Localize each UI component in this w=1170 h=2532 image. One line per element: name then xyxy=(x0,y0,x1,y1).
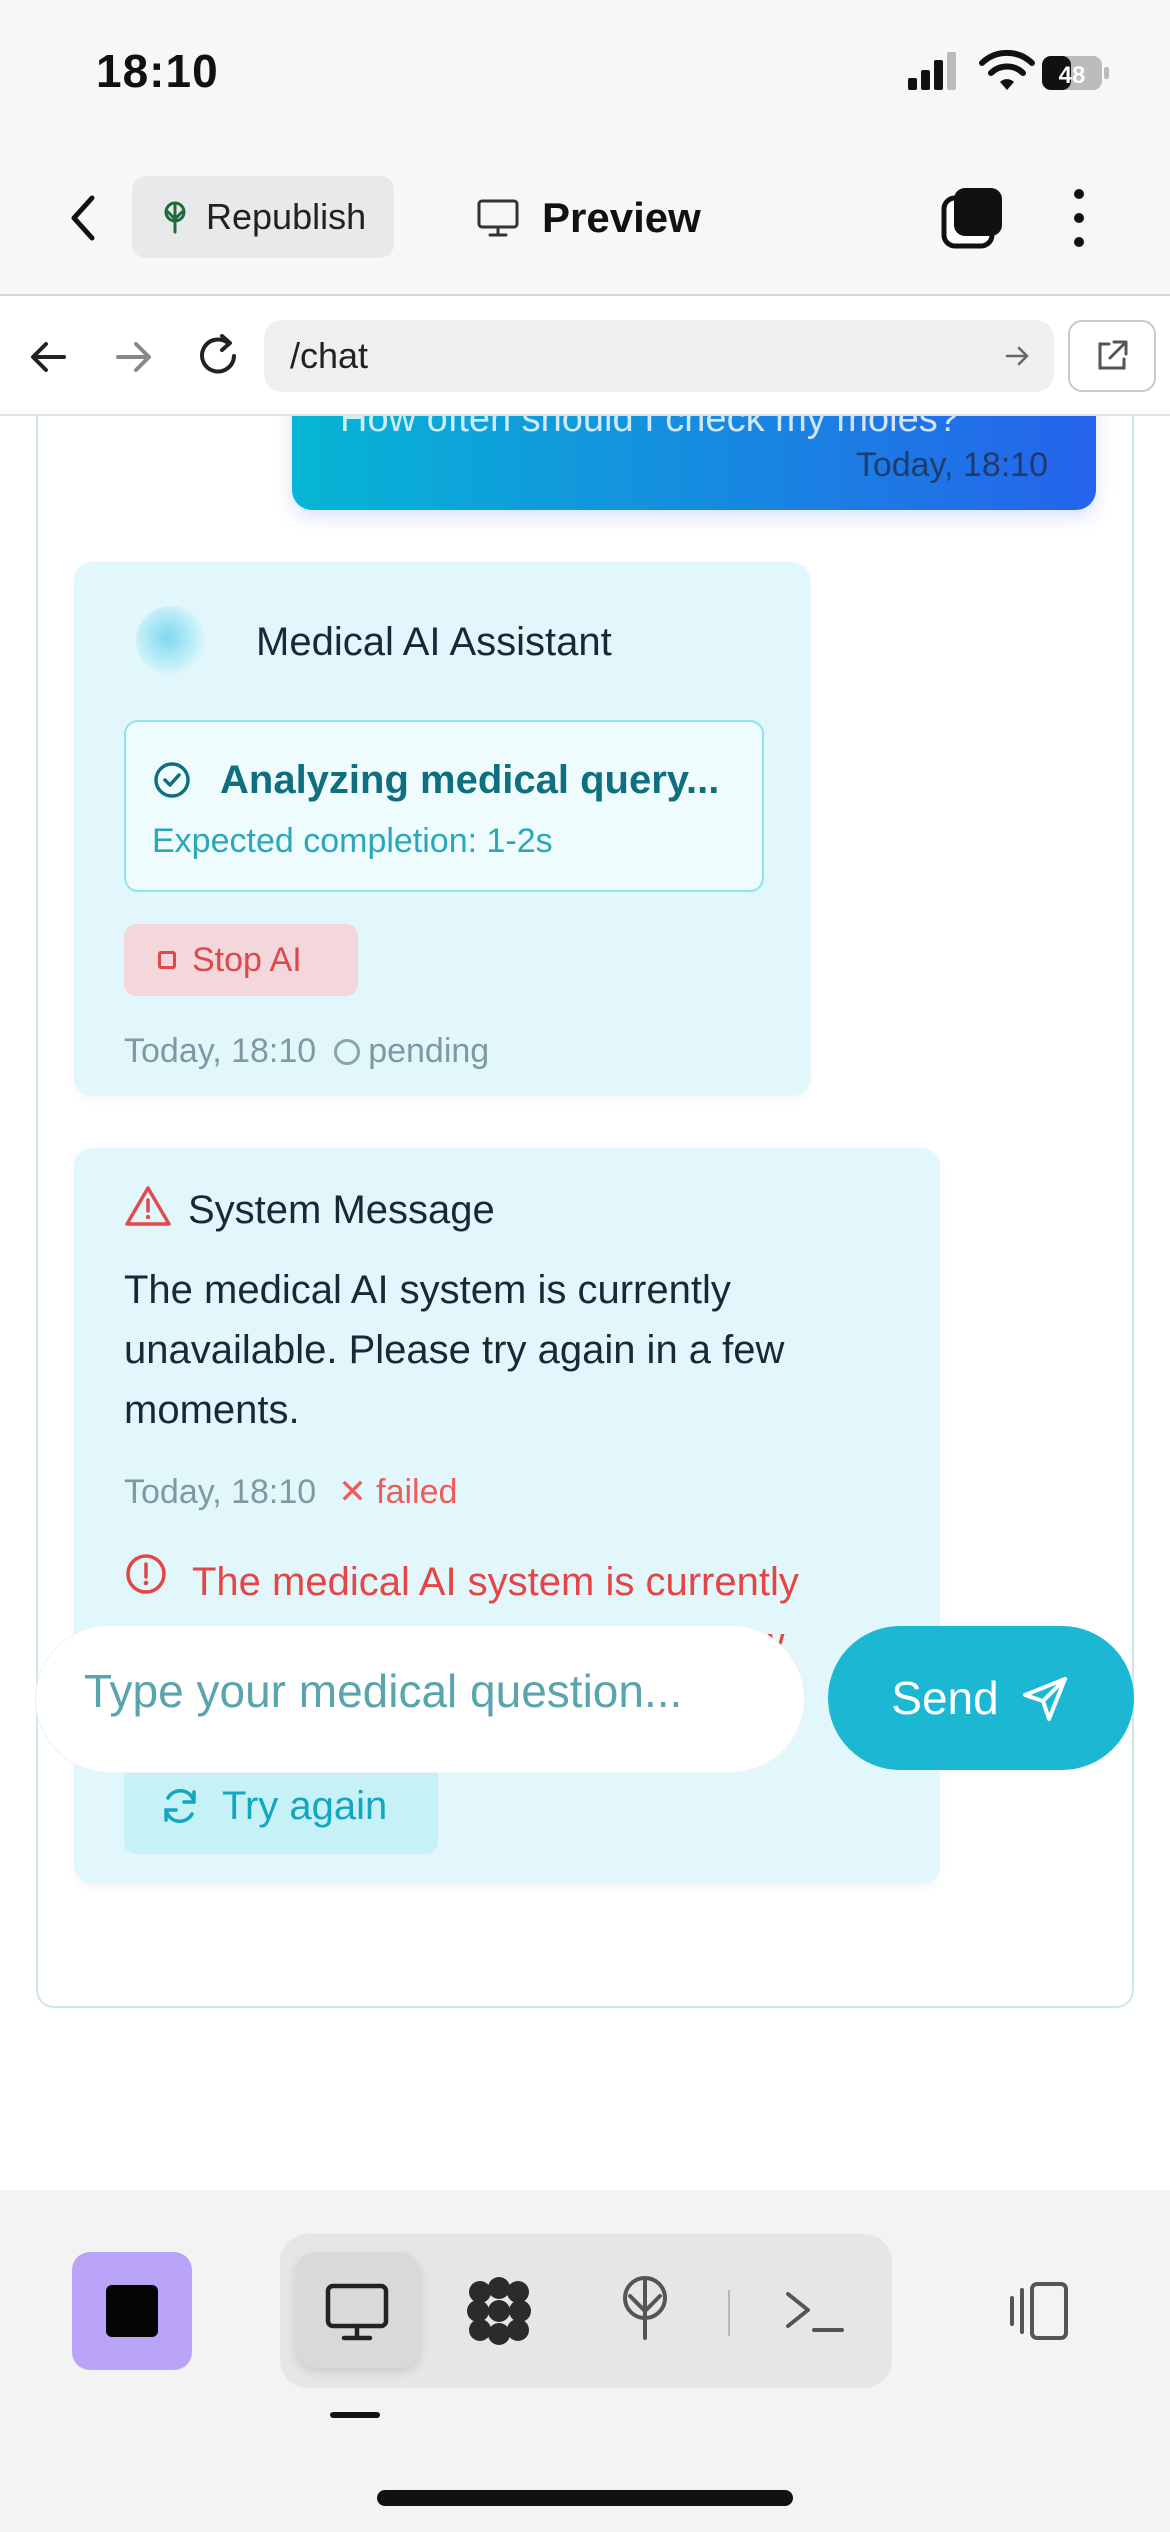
republish-label: Republish xyxy=(206,196,367,237)
home-indicator xyxy=(377,2490,793,2506)
expected-completion: Expected completion: 1-2s xyxy=(152,822,553,860)
stop-ai-button[interactable]: Stop AI xyxy=(124,924,358,996)
more-vertical-icon[interactable] xyxy=(1066,186,1092,250)
back-chevron-icon[interactable] xyxy=(62,188,102,248)
assistant-avatar xyxy=(136,606,206,676)
open-external-icon xyxy=(1098,340,1128,370)
assistant-meta: Today, 18:10 pending xyxy=(124,1032,489,1071)
stop-square-icon xyxy=(106,2285,158,2337)
user-message-time: Today, 18:10 xyxy=(855,446,1048,484)
monitor-icon[interactable] xyxy=(322,2276,392,2346)
system-message-card: System Message The medical AI system is … xyxy=(74,1148,940,1884)
system-message-title: System Message xyxy=(188,1188,495,1232)
system-message-time: Today, 18:10 xyxy=(124,1472,317,1511)
analyzing-title: Analyzing medical query... xyxy=(220,758,720,802)
stop-run-button[interactable] xyxy=(72,2252,192,2370)
failed-status: ✕ failed xyxy=(338,1472,457,1512)
assistant-message-card: Medical AI Assistant Analyzing medical q… xyxy=(74,562,810,1096)
pending-label: pending xyxy=(368,1032,490,1070)
send-button[interactable]: Send xyxy=(828,1626,1134,1770)
tree-icon[interactable] xyxy=(610,2272,680,2342)
preview-tab[interactable]: Preview xyxy=(476,186,701,250)
open-external-button[interactable] xyxy=(1068,320,1156,392)
stop-ai-label: Stop AI xyxy=(192,940,302,979)
url-text: /chat xyxy=(290,335,369,376)
pending-circle-icon xyxy=(334,1038,361,1065)
arrow-right-icon[interactable] xyxy=(110,334,156,380)
assistant-name: Medical AI Assistant xyxy=(256,620,612,664)
analyzing-status-box: Analyzing medical query... Expected comp… xyxy=(124,720,764,892)
failed-label: failed xyxy=(376,1473,458,1511)
pending-status: pending xyxy=(334,1032,489,1071)
user-message-text: How often should I check my moles? xyxy=(340,416,959,440)
status-time: 18:10 xyxy=(96,45,219,97)
url-bar[interactable]: /chat xyxy=(264,320,1054,392)
battery-indicator: 48 xyxy=(1040,52,1110,94)
tabs-icon[interactable] xyxy=(940,184,1006,250)
refresh-icon xyxy=(164,1789,196,1823)
go-arrow-icon[interactable] xyxy=(1002,341,1032,371)
check-circle-icon xyxy=(154,762,190,798)
warning-triangle-icon xyxy=(125,1186,171,1226)
send-icon xyxy=(1022,1677,1067,1721)
republish-tree-icon xyxy=(164,201,186,234)
republish-button[interactable]: Republish xyxy=(132,176,394,258)
assistant-time: Today, 18:10 xyxy=(124,1032,317,1070)
try-again-button[interactable]: Try again xyxy=(124,1758,438,1854)
arrow-left-icon[interactable] xyxy=(26,334,72,380)
terminal-icon[interactable] xyxy=(780,2276,850,2346)
failed-x-icon: ✕ xyxy=(338,1473,367,1511)
monitor-icon xyxy=(477,199,519,237)
system-message-meta: Today, 18:10 ✕ failed xyxy=(124,1472,457,1512)
message-input-placeholder: Type your medical question... xyxy=(84,1665,683,1717)
cellular-signal-icon xyxy=(908,52,956,90)
battery-icon: 48 xyxy=(1042,56,1109,90)
pattern-icon[interactable] xyxy=(464,2276,534,2346)
panel-icon[interactable] xyxy=(1002,2276,1072,2346)
wifi-icon xyxy=(979,50,1035,90)
system-message-body: The medical AI system is currently unava… xyxy=(124,1268,785,1432)
try-again-label: Try again xyxy=(222,1783,388,1828)
send-label: Send xyxy=(891,1672,999,1724)
chat-content: How often should I check my moles? Today… xyxy=(0,416,1170,2190)
stop-square-icon xyxy=(158,951,176,969)
toolbar-divider xyxy=(728,2290,730,2336)
reload-icon[interactable] xyxy=(192,330,244,382)
battery-level: 48 xyxy=(1059,62,1086,89)
active-tab-indicator xyxy=(330,2412,380,2418)
user-message-bubble: How often should I check my moles? Today… xyxy=(292,416,1096,510)
preview-label: Preview xyxy=(542,194,701,241)
